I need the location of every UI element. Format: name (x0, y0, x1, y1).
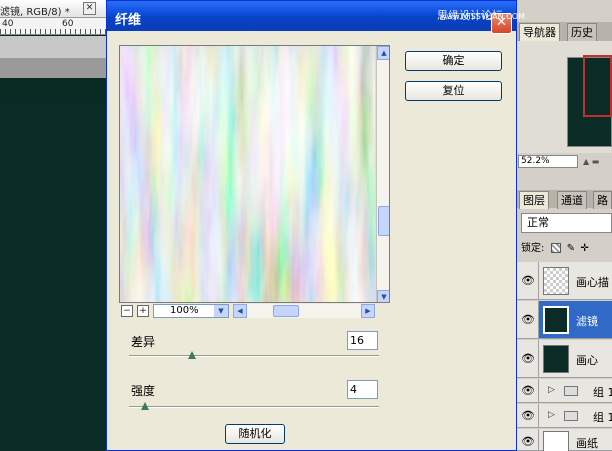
vertical-scroll-thumb[interactable] (378, 206, 389, 236)
strength-label: 强度 (131, 384, 156, 398)
preview-vertical-scrollbar[interactable]: ▲ ▼ (376, 46, 389, 302)
randomize-button[interactable]: 随机化 (225, 424, 285, 444)
layer-name: 画心描 (576, 276, 609, 289)
layer-row[interactable]: 👁 画纸 (517, 429, 612, 451)
zoom-out-button[interactable]: − (121, 305, 133, 317)
layer-name: 组 1 (593, 411, 612, 424)
preview-zoom-bar: − + 100% ▼ ◀ ▶ (119, 303, 390, 319)
eye-icon[interactable]: 👁 (521, 274, 535, 288)
zoom-in-button[interactable]: + (137, 305, 149, 317)
layer-group-row[interactable]: 👁 ▷ 组 1 (517, 404, 612, 428)
navigator-zoom-bar: 52.2% ▲ ▬ (517, 153, 612, 169)
tab-paths[interactable]: 路 (593, 191, 612, 209)
expand-triangle-icon[interactable]: ▷ (548, 410, 555, 420)
tab-navigator[interactable]: 导航器 (519, 23, 560, 41)
variance-input[interactable]: 16 (347, 331, 378, 350)
layer-thumbnail (543, 431, 569, 451)
preview-horizontal-scrollbar[interactable]: ◀ ▶ (233, 304, 375, 318)
tab-history[interactable]: 历史 (567, 23, 597, 41)
scroll-left-arrow-icon[interactable]: ◀ (233, 304, 247, 318)
expand-triangle-icon[interactable]: ▷ (548, 385, 555, 395)
filter-preview[interactable]: ▲ ▼ (119, 45, 390, 303)
eye-icon[interactable]: 👁 (521, 313, 535, 327)
zoom-select[interactable]: 100% ▼ (153, 304, 229, 318)
blend-mode-select[interactable]: 正常 (521, 213, 612, 233)
tab-channels[interactable]: 通道 (557, 191, 587, 209)
eye-icon[interactable]: 👁 (521, 384, 535, 398)
document-titlebar: 滤镜, RGB/8) * ✕ (0, 0, 106, 18)
layer-row[interactable]: 👁 画心 (517, 340, 612, 378)
lock-label: 锁定: (521, 243, 545, 254)
layer-row[interactable]: 👁 画心描 (517, 262, 612, 300)
layer-group-row[interactable]: 👁 ▷ 组 1 (517, 379, 612, 403)
right-panels: 导航器 历史 52.2% ▲ ▬ 图层 通道 路 正常 锁定: ✎ ✛ 👁 画心… (517, 0, 612, 451)
strength-slider-track[interactable] (129, 406, 379, 408)
layers-tabs: 图层 通道 路 (517, 190, 612, 209)
layer-name: 滤镜 (576, 315, 598, 328)
canvas-area-background (0, 58, 106, 78)
scroll-down-arrow-icon[interactable]: ▼ (377, 290, 389, 302)
dialog-title: 纤维 (115, 13, 142, 28)
scroll-up-arrow-icon[interactable]: ▲ (377, 46, 389, 60)
fibers-dialog: 纤维 思缘设计论坛 ✕ ▲ ▼ − + 100% ▼ ◀ ▶ 确定 复位 差异 … (106, 0, 517, 451)
layer-thumbnail (543, 345, 569, 373)
variance-slider-knob[interactable] (187, 351, 196, 359)
layer-name: 画纸 (576, 437, 598, 450)
lock-row: 锁定: ✎ ✛ (517, 238, 612, 260)
navigator-zoom-field[interactable]: 52.2% (518, 155, 578, 168)
lock-paint-icon[interactable]: ✎ (567, 243, 575, 254)
variance-slider-track[interactable] (129, 355, 379, 357)
scroll-right-arrow-icon[interactable]: ▶ (361, 304, 375, 318)
strength-input[interactable]: 4 (347, 380, 378, 399)
layer-thumbnail (543, 267, 569, 295)
horizontal-scroll-thumb[interactable] (273, 305, 299, 317)
navigator-view-box[interactable] (583, 55, 612, 117)
chevron-down-icon[interactable]: ▼ (214, 305, 228, 317)
zoom-out-icon[interactable]: ▲ ▬ (583, 157, 599, 166)
variance-label: 差异 (131, 335, 156, 349)
folder-icon (564, 386, 578, 396)
document-title: 滤镜, RGB/8) * (0, 7, 70, 18)
layer-name: 画心 (576, 354, 598, 367)
navigator-tabs: 导航器 历史 (517, 22, 612, 41)
eye-icon[interactable]: 👁 (521, 409, 535, 423)
fibers-preview-image[interactable] (120, 46, 375, 303)
canvas-area-background (0, 36, 106, 58)
ruler-ticks (0, 29, 106, 34)
eye-icon[interactable]: 👁 (521, 352, 535, 366)
layer-thumbnail (543, 306, 569, 334)
layer-row[interactable]: 👁 滤镜 (517, 301, 612, 339)
reset-button[interactable]: 复位 (405, 81, 502, 101)
document-close-button[interactable]: ✕ (83, 2, 96, 15)
ruler-label: 40 (2, 19, 14, 29)
ruler-label: 60 (62, 19, 74, 29)
eye-icon[interactable]: 👁 (521, 435, 535, 449)
ok-button[interactable]: 确定 (405, 51, 502, 71)
zoom-value: 100% (170, 305, 199, 316)
tab-layers[interactable]: 图层 (519, 191, 549, 209)
lock-move-icon[interactable]: ✛ (580, 243, 588, 254)
watermark-url: www.MISSVUAN.COM (440, 12, 525, 21)
document-canvas[interactable] (0, 104, 106, 451)
lock-transparency-icon[interactable] (550, 243, 561, 253)
layer-name: 组 1 (593, 386, 612, 399)
folder-icon (564, 411, 578, 421)
navigator-preview[interactable] (517, 41, 612, 153)
horizontal-ruler: 40 60 (0, 18, 106, 35)
strength-slider-knob[interactable] (140, 402, 149, 410)
